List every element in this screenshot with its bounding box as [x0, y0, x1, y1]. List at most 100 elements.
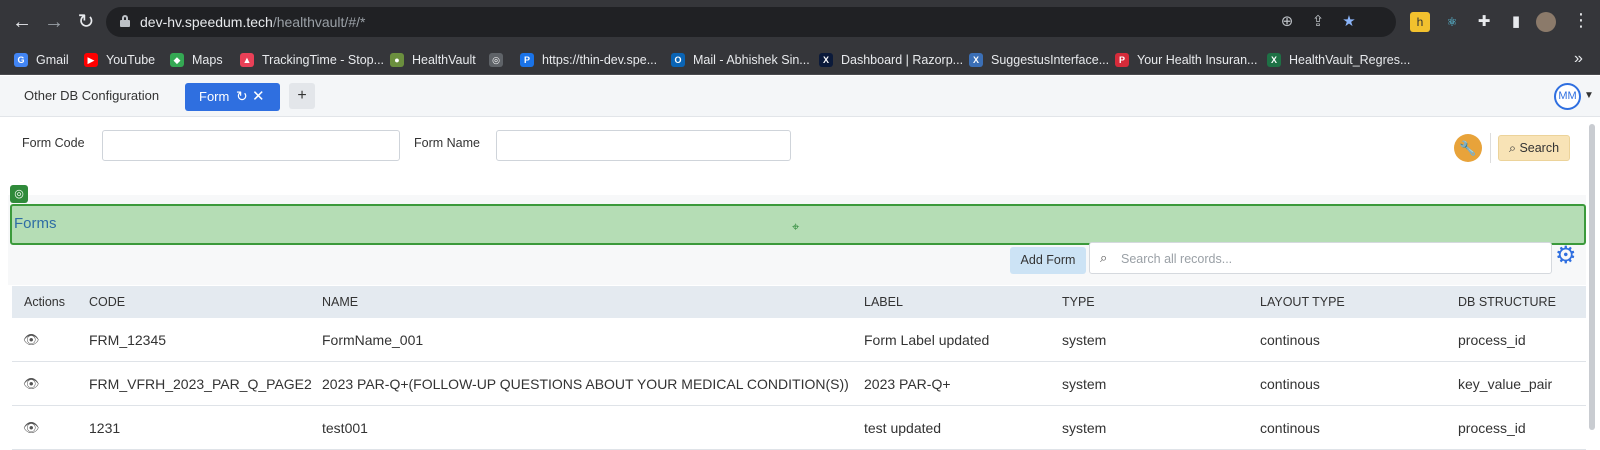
kebab-menu-icon[interactable]: ⋮	[1572, 10, 1590, 31]
column-header[interactable]: DB STRUCTURE	[1458, 295, 1556, 309]
bookmarks-bar: G Gmail ▶ YouTube ◆ Maps ▲ TrackingTime - Stop.…	[0, 44, 1600, 75]
page-scrollbar[interactable]	[1589, 124, 1595, 430]
bookmark-label: https://thin-dev.spe...	[542, 53, 658, 67]
bookmark-favicon-icon: P	[1115, 53, 1129, 67]
bookmark-label: HealthVault_Regres...	[1289, 53, 1411, 67]
column-header[interactable]: LABEL	[864, 295, 903, 309]
cell-name: 2023 PAR-Q+(FOLLOW-UP QUESTIONS ABOUT YO…	[322, 376, 849, 392]
bookmark-item[interactable]: G Gmail	[14, 50, 69, 70]
tab-form[interactable]: Form ↻ ✕	[185, 83, 280, 111]
table-row[interactable]: 👁 FRM_VFRH_2023_PAR_Q_PAGE2 2023 PAR-Q+(…	[12, 362, 1586, 406]
bookmark-item[interactable]: ◆ Maps	[170, 50, 223, 70]
column-header[interactable]: CODE	[89, 295, 125, 309]
bookmark-favicon-icon: ●	[390, 53, 404, 67]
back-arrow-icon[interactable]: ←	[10, 10, 34, 34]
table-row[interactable]: 👁 1231 test001 test updated system conti…	[12, 406, 1586, 450]
cell-label: 2023 PAR-Q+	[864, 376, 951, 392]
form-code-label: Form Code	[22, 136, 85, 150]
bookmark-item[interactable]: X HealthVault_Regres...	[1267, 50, 1410, 70]
divider	[1490, 133, 1491, 163]
url-host: dev-hv.speedum.tech	[140, 14, 273, 30]
refresh-icon[interactable]: ↻	[236, 88, 248, 105]
profile-avatar[interactable]	[1536, 12, 1556, 32]
bookmark-item[interactable]: O Mail - Abhishek Sin...	[671, 50, 810, 70]
column-header[interactable]: TYPE	[1062, 295, 1095, 309]
side-panel-icon[interactable]: ▮	[1506, 12, 1526, 32]
bookmark-label: HealthVault	[412, 53, 476, 67]
cell-layout-type: continous	[1260, 420, 1320, 436]
cell-db-structure: process_id	[1458, 420, 1526, 436]
add-tab-button[interactable]: +	[289, 83, 315, 109]
form-name-input[interactable]	[496, 130, 791, 161]
column-header[interactable]: LAYOUT TYPE	[1260, 295, 1345, 309]
chevron-down-icon[interactable]: ▼	[1584, 90, 1594, 101]
bookmark-item[interactable]: ▶ YouTube	[84, 50, 155, 70]
extension-icon[interactable]: h	[1410, 12, 1430, 32]
zoom-icon[interactable]: ⊕	[1278, 13, 1296, 31]
more-bookmarks-icon[interactable]: »	[1574, 50, 1583, 68]
cell-layout-type: continous	[1260, 376, 1320, 392]
cell-label: test updated	[864, 420, 942, 436]
user-avatar[interactable]: MM	[1554, 83, 1581, 110]
share-icon[interactable]: ⇪	[1309, 13, 1327, 31]
form-code-input[interactable]	[102, 130, 400, 161]
section-title: Forms	[14, 215, 57, 232]
cell-db-structure: key_value_pair	[1458, 376, 1553, 392]
cell-name: FormName_001	[322, 332, 424, 348]
table-header: Actions CODE NAME LABEL TYPE LAYOUT TYPE…	[12, 286, 1586, 318]
tab-other-db-configuration[interactable]: Other DB Configuration	[24, 88, 159, 103]
eye-icon[interactable]: 👁	[23, 376, 40, 392]
forms-banner: Forms ⌖	[10, 204, 1586, 245]
lock-icon	[120, 15, 130, 27]
target-icon[interactable]: ◎	[10, 185, 28, 203]
bookmark-label: TrackingTime - Stop...	[262, 53, 385, 67]
address-bar[interactable]: dev-hv.speedum.tech/healthvault/#/* ⊕ ⇪ …	[106, 7, 1396, 37]
bookmark-item[interactable]: X SuggestusInterface...	[969, 50, 1109, 70]
bookmark-favicon-icon: X	[969, 53, 983, 67]
cell-code: FRM_VFRH_2023_PAR_Q_PAGE2	[89, 376, 312, 392]
bookmark-label: Your Health Insuran...	[1137, 53, 1258, 67]
form-name-label: Form Name	[414, 136, 480, 150]
cell-type: system	[1062, 376, 1107, 392]
bookmark-favicon-icon: G	[14, 53, 28, 67]
url-path: /healthvault/#/*	[272, 14, 366, 30]
grid-search-input[interactable]: ⌕ Search all records...	[1089, 242, 1552, 274]
crosshair-icon[interactable]: ⌖	[792, 219, 799, 235]
column-header: Actions	[24, 295, 65, 309]
reload-icon[interactable]: ↻	[74, 10, 98, 34]
react-devtools-icon[interactable]: ⚛	[1442, 12, 1462, 32]
search-icon: ⌕	[1508, 141, 1520, 155]
cell-layout-type: continous	[1260, 332, 1320, 348]
close-icon[interactable]: ✕	[252, 87, 265, 105]
add-form-button[interactable]: Add Form	[1010, 247, 1086, 274]
cell-type: system	[1062, 332, 1107, 348]
eye-icon[interactable]: 👁	[23, 420, 40, 436]
bookmark-label: Maps	[192, 53, 223, 67]
browser-toolbar: ← → ↻ dev-hv.speedum.tech/healthvault/#/…	[0, 0, 1600, 44]
bookmark-favicon-icon: X	[1267, 53, 1281, 67]
bookmark-label: SuggestusInterface...	[991, 53, 1110, 67]
bookmark-favicon-icon: X	[819, 53, 833, 67]
eye-icon[interactable]: 👁	[23, 332, 40, 348]
gear-icon[interactable]: ⚙	[1555, 244, 1577, 268]
search-button[interactable]: ⌕ Search	[1498, 135, 1570, 161]
bookmark-item[interactable]: ▲ TrackingTime - Stop...	[240, 50, 384, 70]
table-row[interactable]: 👁 FRM_12345 FormName_001 Form Label upda…	[12, 318, 1586, 362]
column-header[interactable]: NAME	[322, 295, 358, 309]
search-placeholder: Search all records...	[1121, 252, 1233, 266]
extensions-puzzle-icon[interactable]: ✚	[1474, 12, 1494, 32]
wrench-icon[interactable]: 🔧	[1454, 134, 1482, 162]
bookmark-label: Gmail	[36, 53, 69, 67]
bookmark-item[interactable]: Phttps://thin-dev.spe...	[520, 50, 657, 70]
bookmark-label: Mail - Abhishek Sin...	[693, 53, 810, 67]
bookmark-item[interactable]: P Your Health Insuran...	[1115, 50, 1257, 70]
bookmark-item[interactable]: ● HealthVault	[390, 50, 476, 70]
bookmark-item[interactable]: X Dashboard | Razorp...	[819, 50, 963, 70]
cell-name: test001	[322, 420, 368, 436]
cell-db-structure: process_id	[1458, 332, 1526, 348]
bookmark-item[interactable]: ◎	[489, 50, 511, 70]
bookmark-star-icon[interactable]: ★	[1340, 13, 1358, 31]
app-header: Other DB Configuration Form ↻ ✕ + MM ▼	[0, 76, 1600, 117]
bookmark-favicon-icon: ▲	[240, 53, 254, 67]
forward-arrow-icon[interactable]: →	[42, 10, 66, 34]
